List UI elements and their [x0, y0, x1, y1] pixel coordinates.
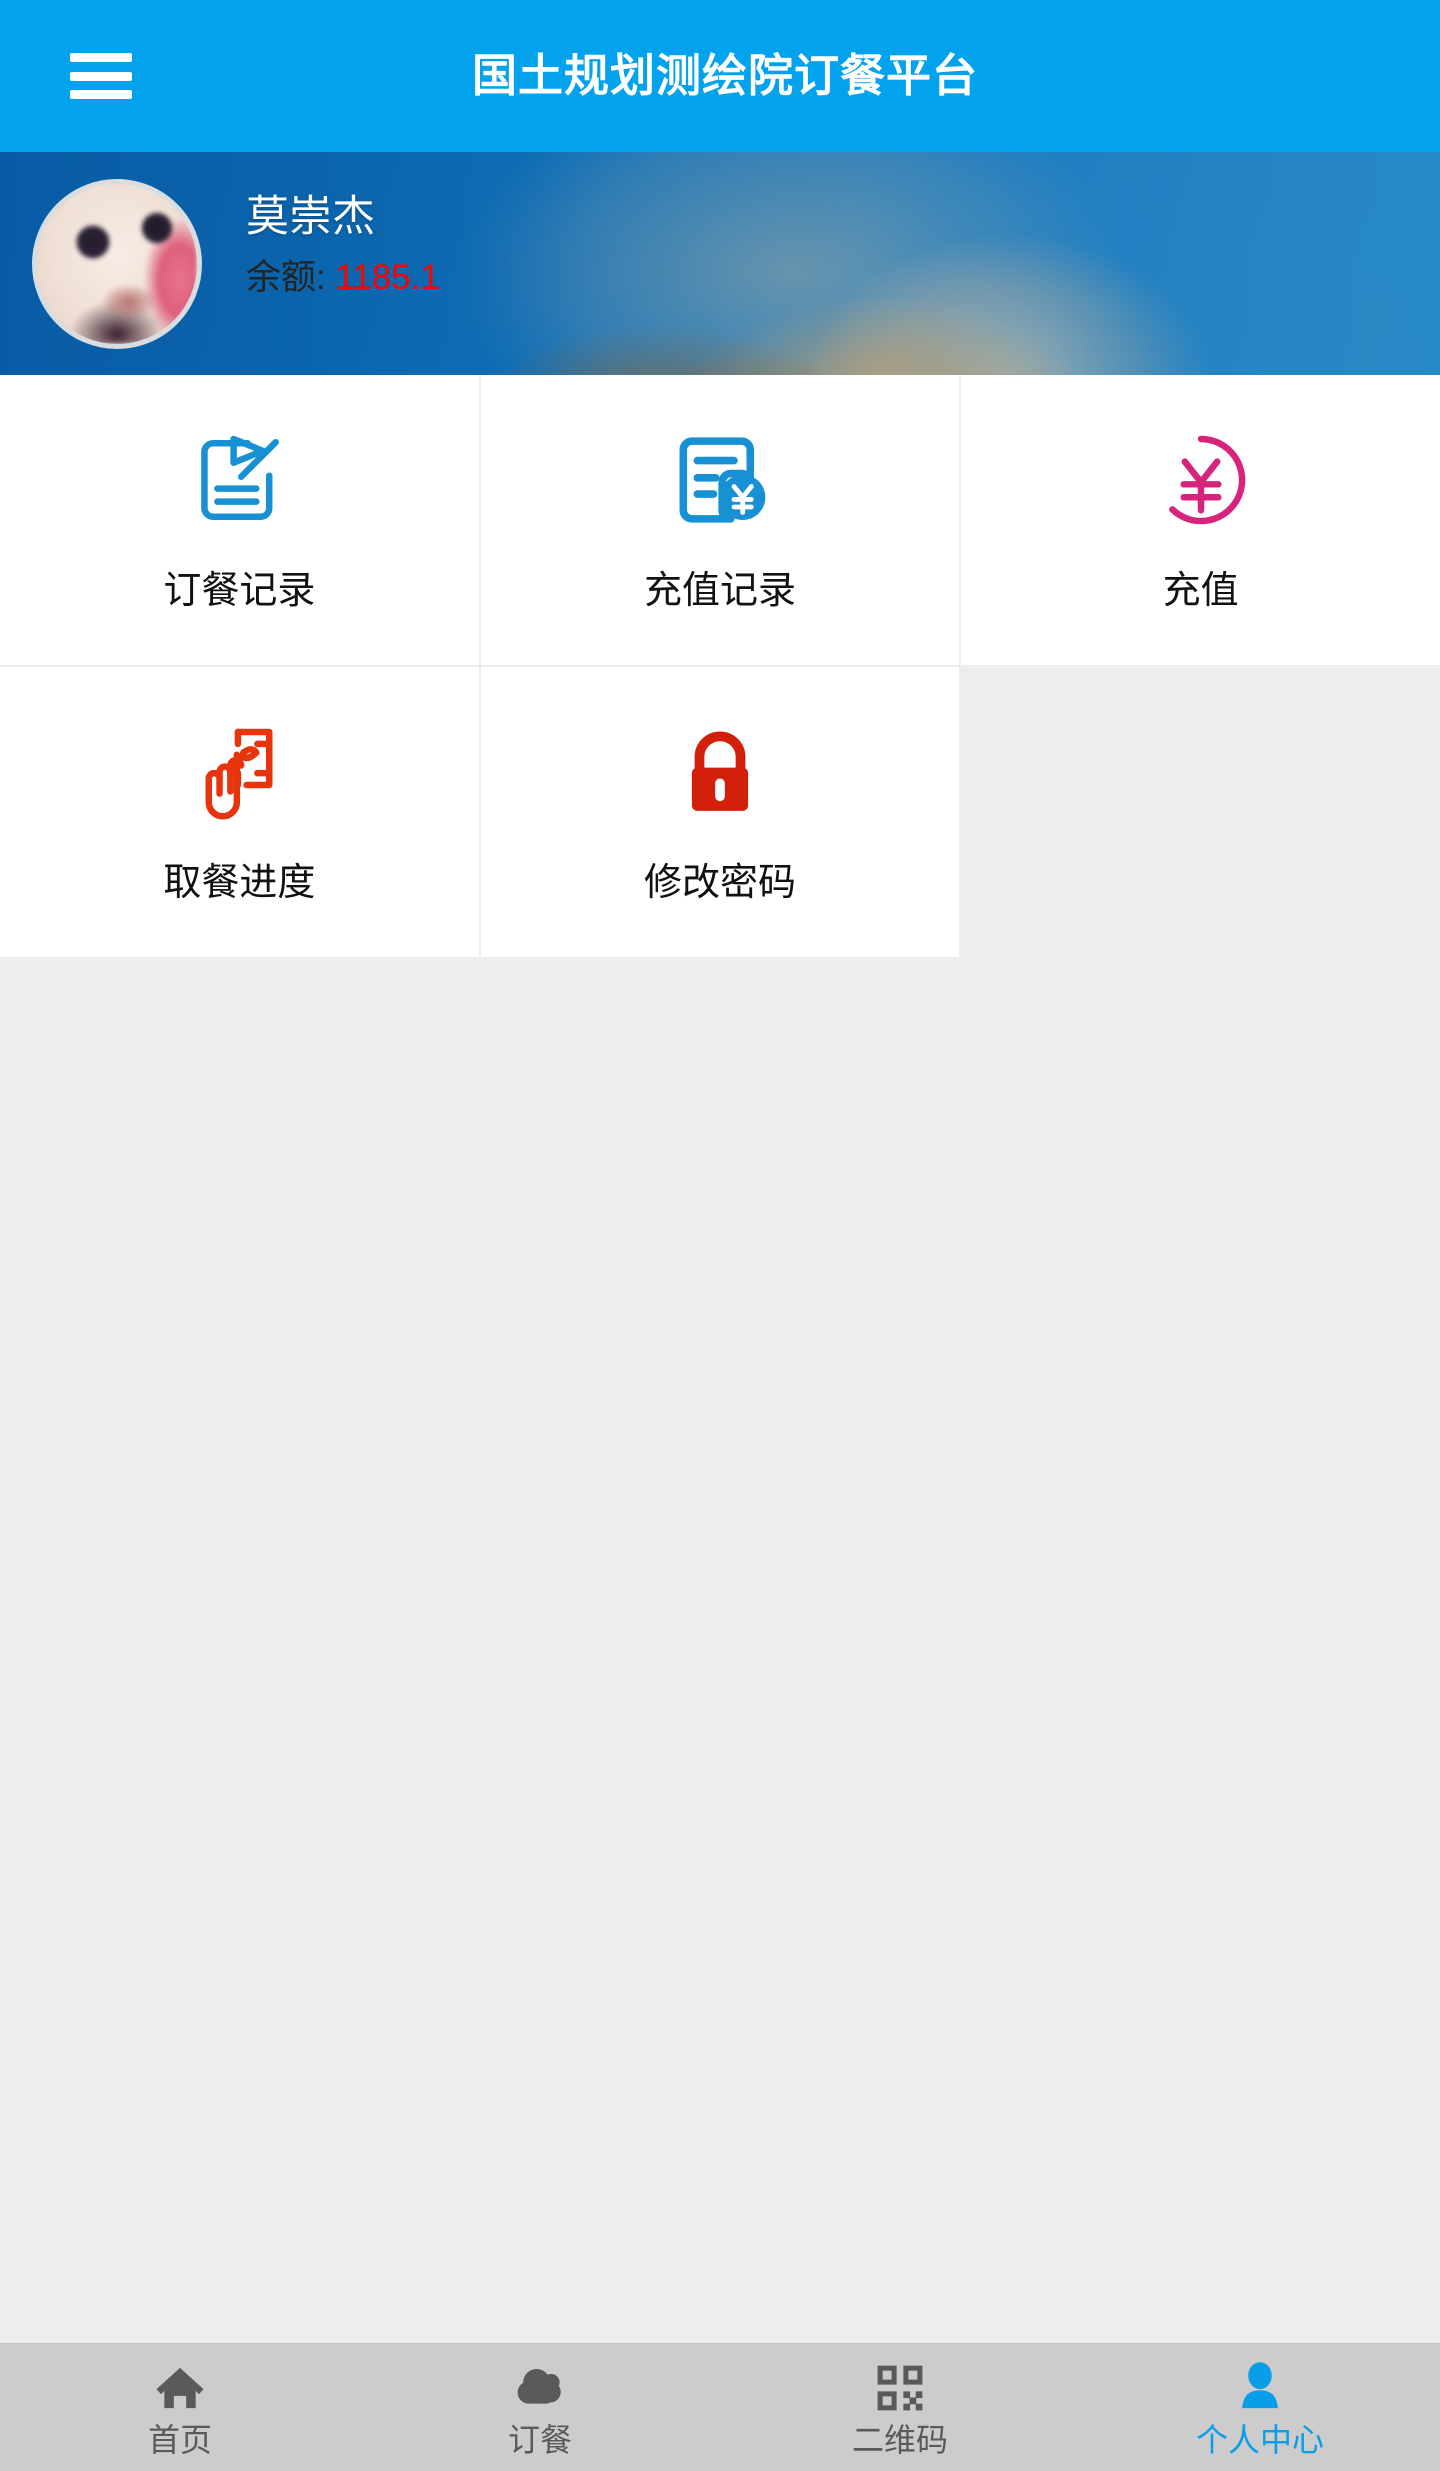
menu-item-recharge-records[interactable]: 充值记录: [480, 375, 960, 665]
hamburger-menu-icon[interactable]: [70, 53, 132, 99]
page-title: 国土规划测绘院订餐平台: [471, 50, 978, 101]
avatar[interactable]: [32, 179, 202, 349]
nav-item-label: 首页: [147, 2422, 212, 2458]
nav-item-profile[interactable]: 个人中心: [1080, 2344, 1440, 2471]
menu-item-label: 修改密码: [643, 862, 796, 904]
home-icon: [152, 2360, 208, 2416]
menu-grid: 订餐记录 充值记录 充值 取餐进度 修改密码: [0, 375, 1440, 957]
qrcode-icon: [872, 2360, 928, 2416]
cloud-icon: [512, 2360, 568, 2416]
user-name: 莫崇杰: [246, 193, 375, 241]
nav-item-qrcode[interactable]: 二维码: [720, 2344, 1080, 2471]
document-yuan-icon: [666, 426, 774, 534]
menu-item-label: 充值记录: [643, 570, 796, 612]
lock-icon: [666, 718, 774, 826]
nav-item-label: 订餐: [507, 2422, 572, 2458]
document-edit-icon: [185, 426, 293, 534]
menu-item-pickup-progress[interactable]: 取餐进度: [0, 667, 479, 957]
hand-card-icon: [185, 718, 293, 826]
menu-item-recharge[interactable]: 充值: [961, 375, 1440, 665]
nav-item-home[interactable]: 首页: [0, 2344, 360, 2471]
app-header: 国土规划测绘院订餐平台: [0, 0, 1440, 152]
menu-item-label: 取餐进度: [163, 862, 316, 904]
app-root: 国土规划测绘院订餐平台 莫崇杰 余额: 1185.1 订餐记录 充值记录 充值 …: [0, 0, 1440, 2471]
yuan-circle-icon: [1147, 426, 1255, 534]
profile-banner: 莫崇杰 余额: 1185.1: [0, 152, 1440, 375]
hamburger-bar: [70, 90, 132, 99]
profile-info: 莫崇杰 余额: 1185.1: [246, 188, 440, 300]
menu-item-order-records[interactable]: 订餐记录: [0, 375, 479, 665]
balance-value: 1185.1: [335, 258, 440, 297]
hamburger-bar: [70, 71, 132, 81]
balance-row: 余额: 1185.1: [246, 256, 440, 300]
menu-item-label: 充值: [1162, 570, 1239, 612]
bottom-navigation: 首页 订餐 二维码 个人中心: [0, 2343, 1440, 2471]
menu-item-change-password[interactable]: 修改密码: [480, 667, 960, 957]
hamburger-bar: [70, 53, 132, 62]
menu-grid-empty-cell: [961, 667, 1440, 957]
avatar-photo: [37, 184, 197, 344]
nav-item-label: 二维码: [851, 2422, 948, 2458]
nav-item-order[interactable]: 订餐: [360, 2344, 720, 2471]
menu-item-label: 订餐记录: [163, 570, 316, 612]
balance-label: 余额:: [246, 258, 326, 297]
nav-item-label: 个人中心: [1195, 2422, 1324, 2458]
person-icon: [1232, 2360, 1288, 2416]
